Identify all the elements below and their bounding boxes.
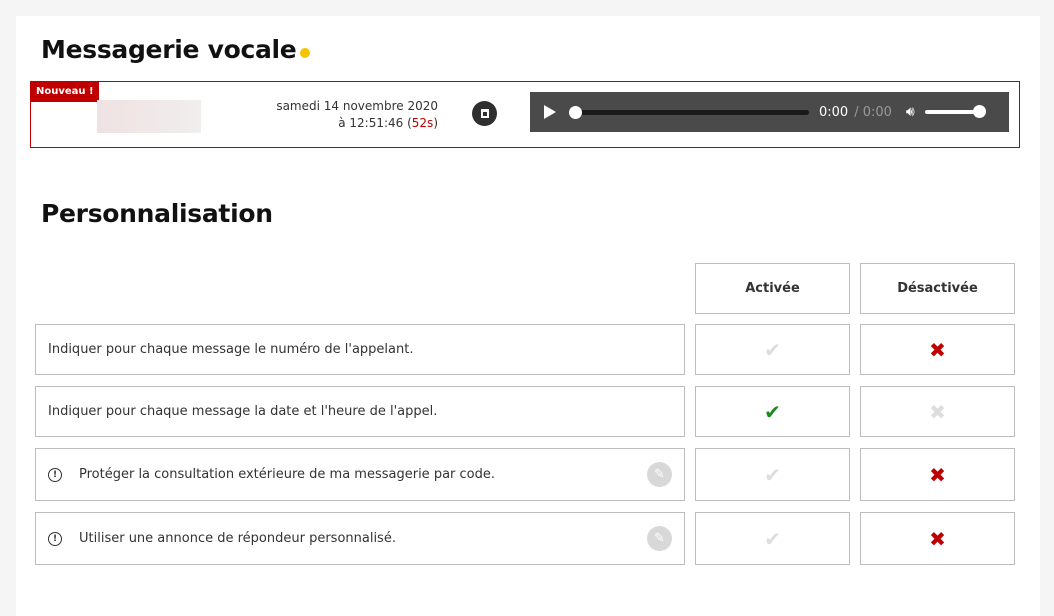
edit-button[interactable]: ✎ [647, 526, 672, 551]
volume-knob[interactable] [972, 105, 986, 118]
title-text: Messagerie vocale [41, 35, 297, 64]
caller-number-redacted [97, 100, 201, 133]
check-icon: ✔ [764, 337, 781, 362]
option-label: Protéger la consultation extérieure de m… [79, 467, 495, 482]
current-time: 0:00 [819, 104, 849, 120]
cross-icon: ✖ [929, 337, 946, 362]
check-icon: ✔ [764, 526, 781, 551]
audio-player: 0:00 / 0:00 🔊︎ [530, 92, 1009, 132]
check-icon: ✔ [764, 462, 781, 487]
option-row: ! Protéger la consultation extérieure de … [35, 448, 685, 501]
delete-button[interactable] [472, 101, 497, 126]
volume-slider[interactable] [924, 105, 986, 118]
voicemail-message: Nouveau ! samedi 14 novembre 2020 à 12:5… [30, 81, 1020, 148]
activate-option[interactable]: ✔ [695, 324, 850, 375]
time-text: à 12:51:46 ( [338, 116, 412, 130]
play-button[interactable] [544, 105, 556, 119]
cross-icon: ✖ [929, 462, 946, 487]
total-time: / 0:00 [854, 104, 892, 120]
deactivate-option[interactable]: ✖ [860, 324, 1015, 375]
edit-button[interactable]: ✎ [647, 462, 672, 487]
page-title: Messagerie vocale [41, 35, 311, 64]
activate-option[interactable]: ✔ [695, 512, 850, 565]
info-icon: ! [48, 467, 62, 482]
header-activated: Activée [695, 263, 850, 314]
duration: 52s [411, 116, 434, 130]
section-title: Personnalisation [41, 199, 273, 228]
header-deactivated: Désactivée [860, 263, 1015, 314]
info-icon: ! [48, 531, 62, 546]
deactivate-option[interactable]: ✖ [860, 386, 1015, 437]
seek-knob[interactable] [569, 105, 582, 119]
option-row: Indiquer pour chaque message le numéro d… [35, 324, 685, 375]
option-label: Indiquer pour chaque message le numéro d… [48, 342, 414, 357]
option-label: Indiquer pour chaque message la date et … [48, 404, 438, 419]
deactivate-option[interactable]: ✖ [860, 512, 1015, 565]
time-suffix: ) [433, 116, 438, 130]
volume-icon[interactable]: 🔊︎ [906, 104, 915, 120]
deactivate-option[interactable]: ✖ [860, 448, 1015, 501]
cross-icon: ✖ [929, 399, 946, 424]
option-row: ! Utiliser une annonce de répondeur perso… [35, 512, 685, 565]
activate-option[interactable]: ✔ [695, 386, 850, 437]
message-date: samedi 14 novembre 2020 à 12:51:46 (52s) [276, 98, 438, 132]
option-row: Indiquer pour chaque message la date et … [35, 386, 685, 437]
new-badge: Nouveau ! [31, 82, 99, 102]
check-icon: ✔ [764, 399, 781, 424]
cross-icon: ✖ [929, 526, 946, 551]
title-dot [300, 48, 311, 58]
date-text: samedi 14 novembre 2020 [276, 99, 438, 113]
trash-icon [480, 109, 489, 118]
activate-option[interactable]: ✔ [695, 448, 850, 501]
option-label: Utiliser une annonce de répondeur person… [79, 531, 396, 546]
seek-bar[interactable] [569, 105, 809, 119]
